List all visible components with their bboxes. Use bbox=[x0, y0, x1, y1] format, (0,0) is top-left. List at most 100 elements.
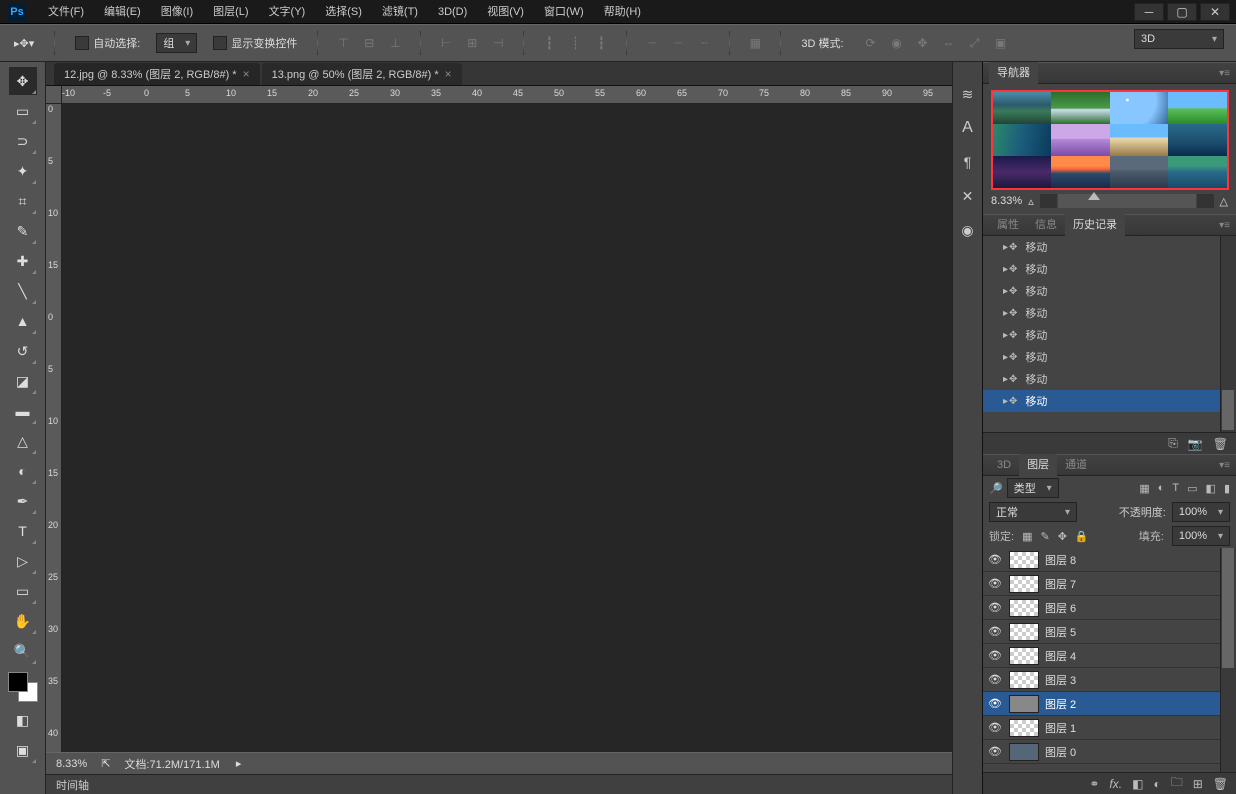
doc-size[interactable]: 文档:71.2M/171.1M bbox=[124, 756, 219, 772]
history-header[interactable]: 属性信息历史记录▾≡ bbox=[983, 214, 1236, 236]
filter-smart-icon[interactable]: ◧ bbox=[1206, 482, 1216, 495]
horizontal-ruler[interactable]: -10-505101520253035404550556065707580859… bbox=[62, 86, 952, 104]
workspace-select[interactable]: 3D bbox=[1134, 29, 1224, 49]
new-doc-from-state-icon[interactable]: ⎘ bbox=[1168, 436, 1178, 451]
tool-preset[interactable]: ▸✥▾ bbox=[8, 32, 40, 54]
panel-tab[interactable]: 历史记录 bbox=[1065, 214, 1125, 236]
gradient-tool[interactable]: ▬ bbox=[9, 397, 37, 425]
adjustment-layer-icon[interactable]: ◐ bbox=[1153, 777, 1160, 791]
layers-scrollbar[interactable] bbox=[1220, 548, 1236, 772]
layer-item[interactable]: 👁图层 0 bbox=[983, 740, 1236, 764]
layer-item[interactable]: 👁 图层 6 bbox=[983, 596, 1236, 620]
layer-item[interactable]: 👁图层 1 bbox=[983, 716, 1236, 740]
layer-item[interactable]: 👁 图层 8 bbox=[983, 548, 1236, 572]
lasso-tool[interactable]: ⊃ bbox=[9, 127, 37, 155]
dist-vmid-icon[interactable]: ┊ bbox=[564, 32, 586, 54]
nav-zoom-value[interactable]: 8.33% bbox=[991, 195, 1022, 207]
align-vmid-icon[interactable]: ⊟ bbox=[358, 32, 380, 54]
align-top-icon[interactable]: ⊤ bbox=[332, 32, 354, 54]
panel-tab[interactable]: 属性 bbox=[989, 214, 1027, 236]
dist-right-icon[interactable]: ┈ bbox=[693, 32, 715, 54]
close-tab-icon[interactable]: × bbox=[243, 67, 250, 81]
foreground-color[interactable] bbox=[8, 672, 28, 692]
3d-slide-icon[interactable]: ⇔ bbox=[938, 32, 960, 54]
history-item[interactable]: ▸✥移动 bbox=[983, 368, 1236, 390]
layer-name[interactable]: 图层 0 bbox=[1045, 744, 1076, 760]
nav-zoom-out-icon[interactable]: ▵ bbox=[1028, 195, 1034, 208]
pen-tool[interactable]: ✒ bbox=[9, 487, 37, 515]
show-transform-checkbox[interactable]: 显示变换控件 bbox=[207, 32, 303, 54]
screenmode-toggle[interactable]: ▣ bbox=[9, 736, 37, 764]
panel-tab[interactable]: 图层 bbox=[1019, 454, 1057, 476]
history-item[interactable]: ▸✥移动 bbox=[983, 324, 1236, 346]
lock-pos-icon[interactable]: ✥ bbox=[1058, 530, 1067, 543]
layer-thumbnail[interactable] bbox=[1009, 551, 1039, 569]
dodge-tool[interactable]: ◐ bbox=[9, 457, 37, 485]
filter-kind-select[interactable]: 类型 bbox=[1007, 478, 1059, 498]
vertical-ruler[interactable]: 0510150510152025303540 bbox=[46, 104, 62, 752]
navigator-thumbnail[interactable] bbox=[991, 90, 1229, 190]
navigator-header[interactable]: 导航器 ▾≡ bbox=[983, 62, 1236, 84]
menu-item[interactable]: 滤镜(T) bbox=[372, 0, 428, 24]
layer-item[interactable]: 👁图层 7 bbox=[983, 572, 1236, 596]
snapshot-icon[interactable]: 📷 bbox=[1188, 437, 1203, 451]
visibility-toggle[interactable]: 👁 bbox=[987, 601, 1003, 614]
menu-item[interactable]: 窗口(W) bbox=[534, 0, 594, 24]
layer-name[interactable]: 图层 6 bbox=[1045, 600, 1076, 616]
timeline-panel[interactable]: 时间轴 bbox=[46, 774, 952, 794]
3d-cam-icon[interactable]: ▣ bbox=[990, 32, 1012, 54]
3d-pan-icon[interactable]: ✥ bbox=[912, 32, 934, 54]
visibility-toggle[interactable]: 👁 bbox=[987, 625, 1003, 638]
document-tab[interactable]: 12.jpg @ 8.33% (图层 2, RGB/8#) *× bbox=[54, 63, 260, 85]
zoom-level[interactable]: 8.33% bbox=[56, 758, 87, 770]
close-tab-icon[interactable]: × bbox=[445, 67, 452, 81]
auto-select-checkbox[interactable]: 自动选择: bbox=[69, 32, 146, 54]
history-item[interactable]: ▸✥移动 bbox=[983, 258, 1236, 280]
lock-all-icon[interactable]: 🔒 bbox=[1075, 530, 1089, 543]
layer-thumbnail[interactable] bbox=[1009, 719, 1039, 737]
type-tool[interactable]: T bbox=[9, 517, 37, 545]
layers-header[interactable]: 3D图层通道▾≡ bbox=[983, 454, 1236, 476]
auto-align-icon[interactable]: ▦ bbox=[744, 32, 766, 54]
3d-orbit-icon[interactable]: ⟳ bbox=[860, 32, 882, 54]
layer-name[interactable]: 图层 1 bbox=[1045, 720, 1076, 736]
menu-item[interactable]: 视图(V) bbox=[477, 0, 534, 24]
lock-trans-icon[interactable]: ▦ bbox=[1022, 530, 1032, 543]
character-icon[interactable]: A bbox=[956, 116, 980, 140]
layer-thumbnail[interactable] bbox=[1009, 599, 1039, 617]
align-right-icon[interactable]: ⊣ bbox=[487, 32, 509, 54]
hand-tool[interactable]: ✋ bbox=[9, 607, 37, 635]
menu-item[interactable]: 文件(F) bbox=[38, 0, 94, 24]
layer-name[interactable]: 图层 3 bbox=[1045, 672, 1076, 688]
color-chips[interactable] bbox=[8, 672, 38, 702]
nav-zoom-slider[interactable] bbox=[1040, 194, 1214, 208]
filter-shape-icon[interactable]: ▭ bbox=[1187, 482, 1197, 495]
panel-menu-icon[interactable]: ▾≡ bbox=[1219, 68, 1230, 79]
history-item[interactable]: ▸✥移动 bbox=[983, 236, 1236, 258]
document-tab[interactable]: 13.png @ 50% (图层 2, RGB/8#) *× bbox=[262, 63, 462, 85]
layer-name[interactable]: 图层 7 bbox=[1045, 576, 1076, 592]
menu-item[interactable]: 图像(I) bbox=[151, 0, 203, 24]
layer-thumbnail[interactable] bbox=[1009, 623, 1039, 641]
layer-name[interactable]: 图层 8 bbox=[1045, 552, 1076, 568]
delete-layer-icon[interactable]: 🗑 bbox=[1213, 777, 1228, 791]
align-left-icon[interactable]: ⊢ bbox=[435, 32, 457, 54]
layer-item[interactable]: 👁图层 4 bbox=[983, 644, 1236, 668]
layer-thumbnail[interactable] bbox=[1009, 671, 1039, 689]
libraries-icon[interactable]: ◉ bbox=[956, 218, 980, 242]
dist-hmid-icon[interactable]: ┈ bbox=[667, 32, 689, 54]
zoom-tool[interactable]: 🔍 bbox=[9, 637, 37, 665]
path-select-tool[interactable]: ▷ bbox=[9, 547, 37, 575]
align-bottom-icon[interactable]: ⊥ bbox=[384, 32, 406, 54]
paragraph-icon[interactable]: ¶ bbox=[956, 150, 980, 174]
layer-thumbnail[interactable] bbox=[1009, 695, 1039, 713]
visibility-toggle[interactable]: 👁 bbox=[987, 553, 1003, 566]
panel-tab[interactable]: 信息 bbox=[1027, 214, 1065, 236]
3d-scale-icon[interactable]: ⤢ bbox=[964, 32, 986, 54]
export-icon[interactable]: ⇱ bbox=[101, 757, 110, 770]
menu-item[interactable]: 文字(Y) bbox=[259, 0, 316, 24]
opacity-input[interactable]: 100% bbox=[1172, 502, 1230, 522]
blur-tool[interactable]: △ bbox=[9, 427, 37, 455]
histogram-icon[interactable]: ≋ bbox=[956, 82, 980, 106]
filter-pixel-icon[interactable]: ▦ bbox=[1139, 482, 1149, 495]
